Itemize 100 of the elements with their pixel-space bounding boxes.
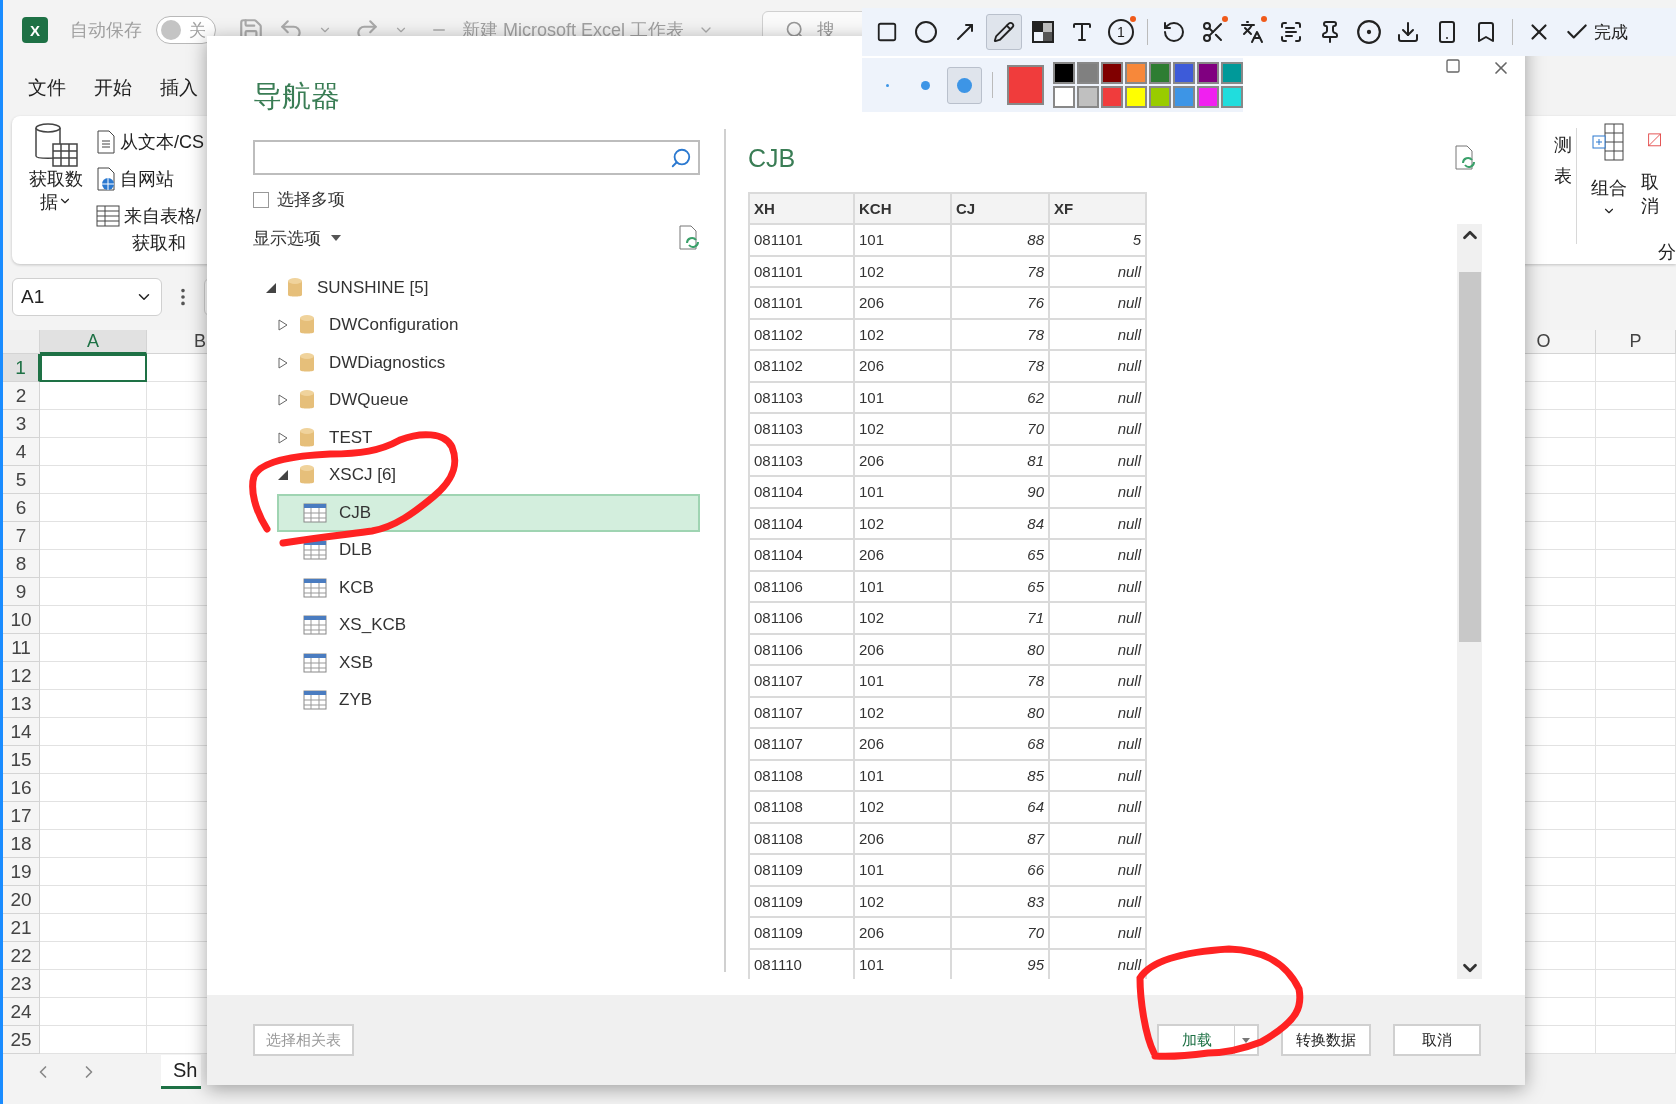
multi-select-checkbox[interactable]: 选择多项 xyxy=(253,188,700,211)
column-header[interactable]: A xyxy=(40,330,147,354)
row-number[interactable]: 15 xyxy=(3,746,40,774)
row-number[interactable]: 14 xyxy=(3,718,40,746)
spreadsheet-cell[interactable] xyxy=(1596,606,1676,634)
tree-item[interactable]: KCB xyxy=(277,569,700,607)
refresh-icon[interactable] xyxy=(1454,145,1476,171)
tree-item[interactable]: DLB xyxy=(277,531,700,569)
select-all-corner[interactable] xyxy=(3,330,40,354)
menu-tab[interactable]: 开始 xyxy=(94,75,132,101)
ribbon-button[interactable]: 测 表 xyxy=(1528,130,1572,226)
row-number[interactable]: 8 xyxy=(3,550,40,578)
color-swatch[interactable] xyxy=(1221,86,1243,108)
row-number[interactable]: 11 xyxy=(3,634,40,662)
ribbon-button[interactable]: 来自表格/ xyxy=(96,200,204,231)
spreadsheet-cell[interactable] xyxy=(40,634,147,662)
spreadsheet-cell[interactable] xyxy=(40,774,147,802)
row-number[interactable]: 4 xyxy=(3,438,40,466)
color-swatch[interactable] xyxy=(1125,86,1147,108)
color-swatch[interactable] xyxy=(1197,86,1219,108)
spreadsheet-cell[interactable] xyxy=(40,662,147,690)
menu-tab[interactable]: 文件 xyxy=(28,75,66,101)
spreadsheet-cell[interactable] xyxy=(1596,1026,1676,1054)
current-color-swatch[interactable] xyxy=(1006,65,1044,105)
tree-item[interactable]: SUNSHINE [5] xyxy=(317,277,429,298)
spreadsheet-cell[interactable] xyxy=(40,690,147,718)
pencil-tool[interactable] xyxy=(986,14,1022,50)
row-number[interactable]: 2 xyxy=(3,382,40,410)
spreadsheet-cell[interactable] xyxy=(1596,914,1676,942)
spreadsheet-cell[interactable] xyxy=(1596,354,1676,382)
spreadsheet-cell[interactable] xyxy=(40,858,147,886)
spreadsheet-cell[interactable] xyxy=(1596,746,1676,774)
spreadsheet-cell[interactable] xyxy=(1596,382,1676,410)
transform-data-button[interactable]: 转换数据 xyxy=(1281,1024,1371,1056)
spreadsheet-cell[interactable] xyxy=(1596,970,1676,998)
row-number[interactable]: 7 xyxy=(3,522,40,550)
search-field[interactable] xyxy=(253,140,700,175)
tree-item[interactable]: DWQueue xyxy=(329,390,409,411)
tree-item[interactable]: TEST xyxy=(329,427,373,448)
expanded-arrow-icon[interactable] xyxy=(265,281,277,294)
row-number[interactable]: 1 xyxy=(3,354,40,382)
row-number[interactable]: 6 xyxy=(3,494,40,522)
tree-item[interactable]: DWConfiguration xyxy=(329,315,459,336)
spreadsheet-cell[interactable] xyxy=(40,438,147,466)
row-number[interactable]: 16 xyxy=(3,774,40,802)
spreadsheet-cell[interactable] xyxy=(1596,858,1676,886)
maximize-icon[interactable] xyxy=(1445,58,1461,74)
tree-item[interactable]: XSCJ [6] xyxy=(329,465,397,486)
ribbon-button[interactable]: 从文本/CS xyxy=(96,126,204,157)
collapsed-arrow-icon[interactable] xyxy=(277,319,289,332)
spreadsheet-cell[interactable] xyxy=(40,886,147,914)
row-number[interactable]: 18 xyxy=(3,830,40,858)
row-number[interactable]: 24 xyxy=(3,998,40,1026)
refresh-icon[interactable] xyxy=(678,225,700,251)
spreadsheet-cell[interactable] xyxy=(40,970,147,998)
row-number[interactable]: 12 xyxy=(3,662,40,690)
color-swatch[interactable] xyxy=(1101,86,1123,108)
spreadsheet-cell[interactable] xyxy=(1596,830,1676,858)
ungroup-button-label[interactable]: 取消 xyxy=(1640,170,1676,218)
spreadsheet-cell[interactable] xyxy=(1596,494,1676,522)
row-number[interactable]: 13 xyxy=(3,690,40,718)
scrollbar-thumb[interactable] xyxy=(1458,271,1481,642)
brush-size-button[interactable] xyxy=(947,66,982,104)
spreadsheet-cell[interactable] xyxy=(1596,662,1676,690)
spreadsheet-cell[interactable] xyxy=(1596,522,1676,550)
spreadsheet-cell[interactable] xyxy=(1596,802,1676,830)
spreadsheet-cell[interactable] xyxy=(40,830,147,858)
spreadsheet-cell[interactable] xyxy=(40,1026,147,1054)
color-swatch[interactable] xyxy=(1173,62,1195,84)
color-swatch[interactable] xyxy=(1053,86,1075,108)
row-number[interactable]: 22 xyxy=(3,942,40,970)
spreadsheet-cell[interactable] xyxy=(40,578,147,606)
row-number[interactable]: 23 xyxy=(3,970,40,998)
tree-item[interactable]: DWDiagnostics xyxy=(329,352,446,373)
column-header[interactable]: P xyxy=(1596,330,1676,354)
row-number[interactable]: 10 xyxy=(3,606,40,634)
display-options-dropdown[interactable]: 显示选项 xyxy=(253,226,341,250)
color-swatch[interactable] xyxy=(1101,62,1123,84)
spreadsheet-cell[interactable] xyxy=(1596,466,1676,494)
spreadsheet-cell[interactable] xyxy=(40,718,147,746)
spreadsheet-cell[interactable] xyxy=(40,606,147,634)
spreadsheet-cell[interactable] xyxy=(1596,774,1676,802)
get-data-button[interactable]: 获取数据 xyxy=(24,122,88,231)
row-number[interactable]: 5 xyxy=(3,466,40,494)
spreadsheet-cell[interactable] xyxy=(40,942,147,970)
done-button[interactable]: 完成 xyxy=(1560,14,1632,50)
color-swatch[interactable] xyxy=(1221,62,1243,84)
selected-cell[interactable] xyxy=(40,354,147,382)
row-number[interactable]: 9 xyxy=(3,578,40,606)
cancel-button[interactable]: 取消 xyxy=(1393,1024,1481,1056)
spreadsheet-cell[interactable] xyxy=(1596,718,1676,746)
spreadsheet-cell[interactable] xyxy=(40,914,147,942)
spreadsheet-cell[interactable] xyxy=(1596,998,1676,1026)
spreadsheet-cell[interactable] xyxy=(40,494,147,522)
color-swatch[interactable] xyxy=(1077,86,1099,108)
sheet-tab[interactable]: Sh xyxy=(161,1055,202,1089)
row-number[interactable]: 19 xyxy=(3,858,40,886)
expanded-arrow-icon[interactable] xyxy=(277,469,289,482)
spreadsheet-cell[interactable] xyxy=(40,466,147,494)
spreadsheet-cell[interactable] xyxy=(1596,438,1676,466)
